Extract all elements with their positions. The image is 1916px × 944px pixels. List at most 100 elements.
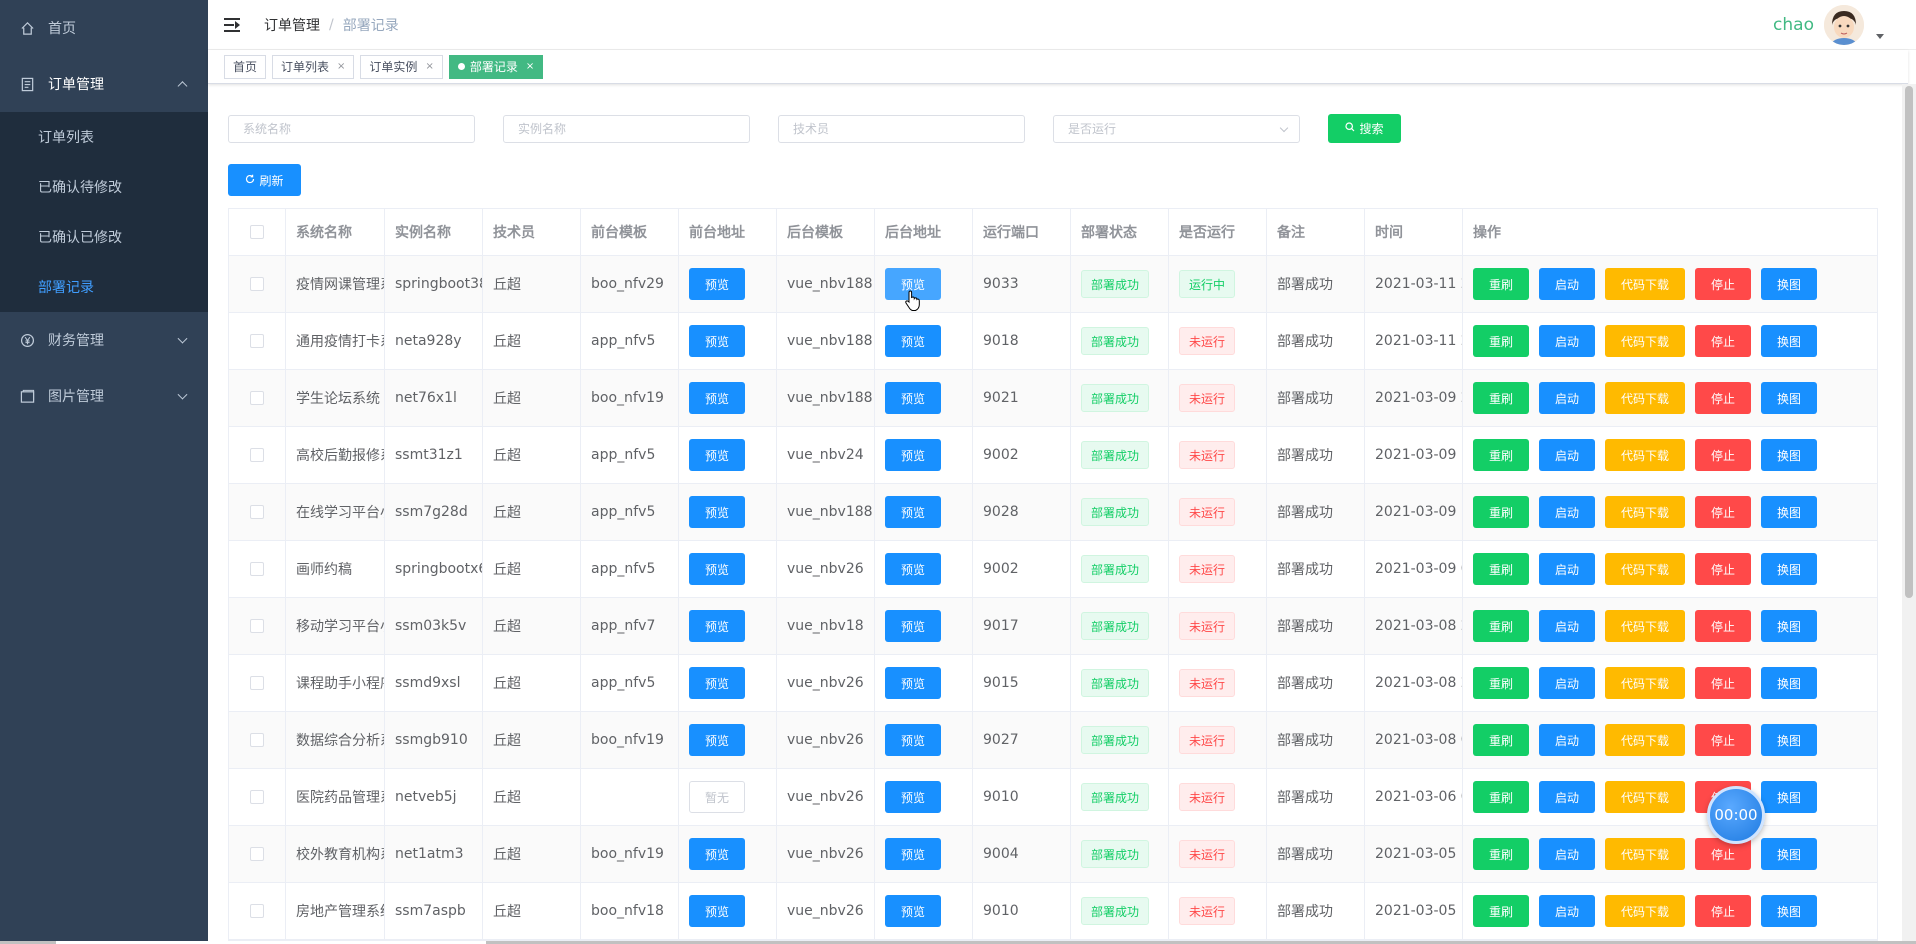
stop-button[interactable]: 停止 bbox=[1695, 325, 1751, 357]
row-checkbox[interactable] bbox=[250, 904, 264, 918]
backend-preview-button[interactable]: 预览 bbox=[885, 382, 941, 414]
frontend-preview-button[interactable]: 预览 bbox=[689, 439, 745, 471]
close-icon[interactable]: × bbox=[337, 56, 345, 78]
row-checkbox[interactable] bbox=[250, 562, 264, 576]
sidebar-item-confirmed-pending[interactable]: 已确认待修改 bbox=[0, 162, 208, 212]
select-all-checkbox[interactable] bbox=[250, 225, 264, 239]
stop-button[interactable]: 停止 bbox=[1695, 268, 1751, 300]
start-button[interactable]: 启动 bbox=[1539, 838, 1595, 870]
redeploy-button[interactable]: 重刷 bbox=[1473, 439, 1529, 471]
redeploy-button[interactable]: 重刷 bbox=[1473, 268, 1529, 300]
code-download-button[interactable]: 代码下载 bbox=[1605, 325, 1685, 357]
vertical-scrollbar[interactable] bbox=[1902, 84, 1916, 944]
tag-order-list[interactable]: 订单列表 × bbox=[272, 54, 355, 79]
redeploy-button[interactable]: 重刷 bbox=[1473, 667, 1529, 699]
backend-preview-button[interactable]: 预览 bbox=[885, 667, 941, 699]
frontend-preview-button[interactable]: 预览 bbox=[689, 610, 745, 642]
redeploy-button[interactable]: 重刷 bbox=[1473, 781, 1529, 813]
frontend-preview-button[interactable]: 预览 bbox=[689, 325, 745, 357]
backend-preview-button[interactable]: 预览 bbox=[885, 895, 941, 927]
frontend-preview-button[interactable]: 预览 bbox=[689, 895, 745, 927]
sidebar-item-order-list[interactable]: 订单列表 bbox=[0, 112, 208, 162]
redeploy-button[interactable]: 重刷 bbox=[1473, 496, 1529, 528]
start-button[interactable]: 启动 bbox=[1539, 325, 1595, 357]
frontend-preview-button[interactable]: 预览 bbox=[689, 724, 745, 756]
hamburger-icon[interactable] bbox=[224, 17, 242, 32]
code-download-button[interactable]: 代码下载 bbox=[1605, 553, 1685, 585]
code-download-button[interactable]: 代码下载 bbox=[1605, 268, 1685, 300]
search-button[interactable]: 搜索 bbox=[1328, 114, 1401, 143]
backend-preview-button[interactable]: 预览 bbox=[885, 496, 941, 528]
change-image-button[interactable]: 换图 bbox=[1761, 724, 1817, 756]
instance-name-input[interactable]: 实例名称 bbox=[503, 114, 750, 143]
row-checkbox[interactable] bbox=[250, 277, 264, 291]
start-button[interactable]: 启动 bbox=[1539, 268, 1595, 300]
sidebar-item-order-management[interactable]: 订单管理 bbox=[0, 56, 208, 112]
change-image-button[interactable]: 换图 bbox=[1761, 382, 1817, 414]
change-image-button[interactable]: 换图 bbox=[1761, 610, 1817, 642]
code-download-button[interactable]: 代码下载 bbox=[1605, 667, 1685, 699]
stop-button[interactable]: 停止 bbox=[1695, 496, 1751, 528]
change-image-button[interactable]: 换图 bbox=[1761, 553, 1817, 585]
redeploy-button[interactable]: 重刷 bbox=[1473, 724, 1529, 756]
redeploy-button[interactable]: 重刷 bbox=[1473, 382, 1529, 414]
sidebar-item-images[interactable]: 图片管理 bbox=[0, 368, 208, 424]
change-image-button[interactable]: 换图 bbox=[1761, 667, 1817, 699]
row-checkbox[interactable] bbox=[250, 619, 264, 633]
redeploy-button[interactable]: 重刷 bbox=[1473, 610, 1529, 642]
row-checkbox[interactable] bbox=[250, 391, 264, 405]
change-image-button[interactable]: 换图 bbox=[1761, 895, 1817, 927]
code-download-button[interactable]: 代码下载 bbox=[1605, 439, 1685, 471]
change-image-button[interactable]: 换图 bbox=[1761, 496, 1817, 528]
code-download-button[interactable]: 代码下载 bbox=[1605, 895, 1685, 927]
code-download-button[interactable]: 代码下载 bbox=[1605, 610, 1685, 642]
avatar[interactable] bbox=[1824, 5, 1864, 45]
technician-input[interactable]: 技术员 bbox=[778, 114, 1025, 143]
change-image-button[interactable]: 换图 bbox=[1761, 325, 1817, 357]
frontend-preview-button[interactable]: 预览 bbox=[689, 667, 745, 699]
row-checkbox[interactable] bbox=[250, 790, 264, 804]
backend-preview-button[interactable]: 预览 bbox=[885, 610, 941, 642]
caret-down-icon[interactable] bbox=[1876, 33, 1884, 39]
sidebar-item-home[interactable]: 首页 bbox=[0, 0, 208, 56]
start-button[interactable]: 启动 bbox=[1539, 496, 1595, 528]
stop-button[interactable]: 停止 bbox=[1695, 724, 1751, 756]
backend-preview-button[interactable]: 预览 bbox=[885, 553, 941, 585]
start-button[interactable]: 启动 bbox=[1539, 439, 1595, 471]
frontend-preview-button[interactable]: 预览 bbox=[689, 382, 745, 414]
stop-button[interactable]: 停止 bbox=[1695, 610, 1751, 642]
change-image-button[interactable]: 换图 bbox=[1761, 781, 1817, 813]
redeploy-button[interactable]: 重刷 bbox=[1473, 325, 1529, 357]
start-button[interactable]: 启动 bbox=[1539, 781, 1595, 813]
row-checkbox[interactable] bbox=[250, 448, 264, 462]
frontend-preview-button[interactable]: 预览 bbox=[689, 496, 745, 528]
code-download-button[interactable]: 代码下载 bbox=[1605, 838, 1685, 870]
breadcrumb-order-management[interactable]: 订单管理 bbox=[264, 15, 320, 35]
code-download-button[interactable]: 代码下载 bbox=[1605, 781, 1685, 813]
user-menu[interactable]: chao bbox=[1773, 5, 1884, 45]
code-download-button[interactable]: 代码下载 bbox=[1605, 382, 1685, 414]
change-image-button[interactable]: 换图 bbox=[1761, 268, 1817, 300]
start-button[interactable]: 启动 bbox=[1539, 553, 1595, 585]
change-image-button[interactable]: 换图 bbox=[1761, 439, 1817, 471]
backend-preview-button[interactable]: 预览 bbox=[885, 724, 941, 756]
redeploy-button[interactable]: 重刷 bbox=[1473, 838, 1529, 870]
tag-order-instance[interactable]: 订单实例 × bbox=[360, 54, 443, 79]
frontend-preview-button[interactable]: 预览 bbox=[689, 553, 745, 585]
close-icon[interactable]: × bbox=[526, 56, 534, 78]
sidebar-item-finance[interactable]: 财务管理 bbox=[0, 312, 208, 368]
code-download-button[interactable]: 代码下载 bbox=[1605, 724, 1685, 756]
redeploy-button[interactable]: 重刷 bbox=[1473, 553, 1529, 585]
close-icon[interactable]: × bbox=[425, 56, 433, 78]
start-button[interactable]: 启动 bbox=[1539, 382, 1595, 414]
row-checkbox[interactable] bbox=[250, 505, 264, 519]
stop-button[interactable]: 停止 bbox=[1695, 439, 1751, 471]
running-select[interactable]: 是否运行 bbox=[1053, 114, 1300, 143]
redeploy-button[interactable]: 重刷 bbox=[1473, 895, 1529, 927]
stop-button[interactable]: 停止 bbox=[1695, 382, 1751, 414]
tag-home[interactable]: 首页 bbox=[224, 54, 267, 79]
start-button[interactable]: 启动 bbox=[1539, 610, 1595, 642]
stop-button[interactable]: 停止 bbox=[1695, 553, 1751, 585]
sidebar-item-confirmed-modified[interactable]: 已确认已修改 bbox=[0, 212, 208, 262]
row-checkbox[interactable] bbox=[250, 733, 264, 747]
